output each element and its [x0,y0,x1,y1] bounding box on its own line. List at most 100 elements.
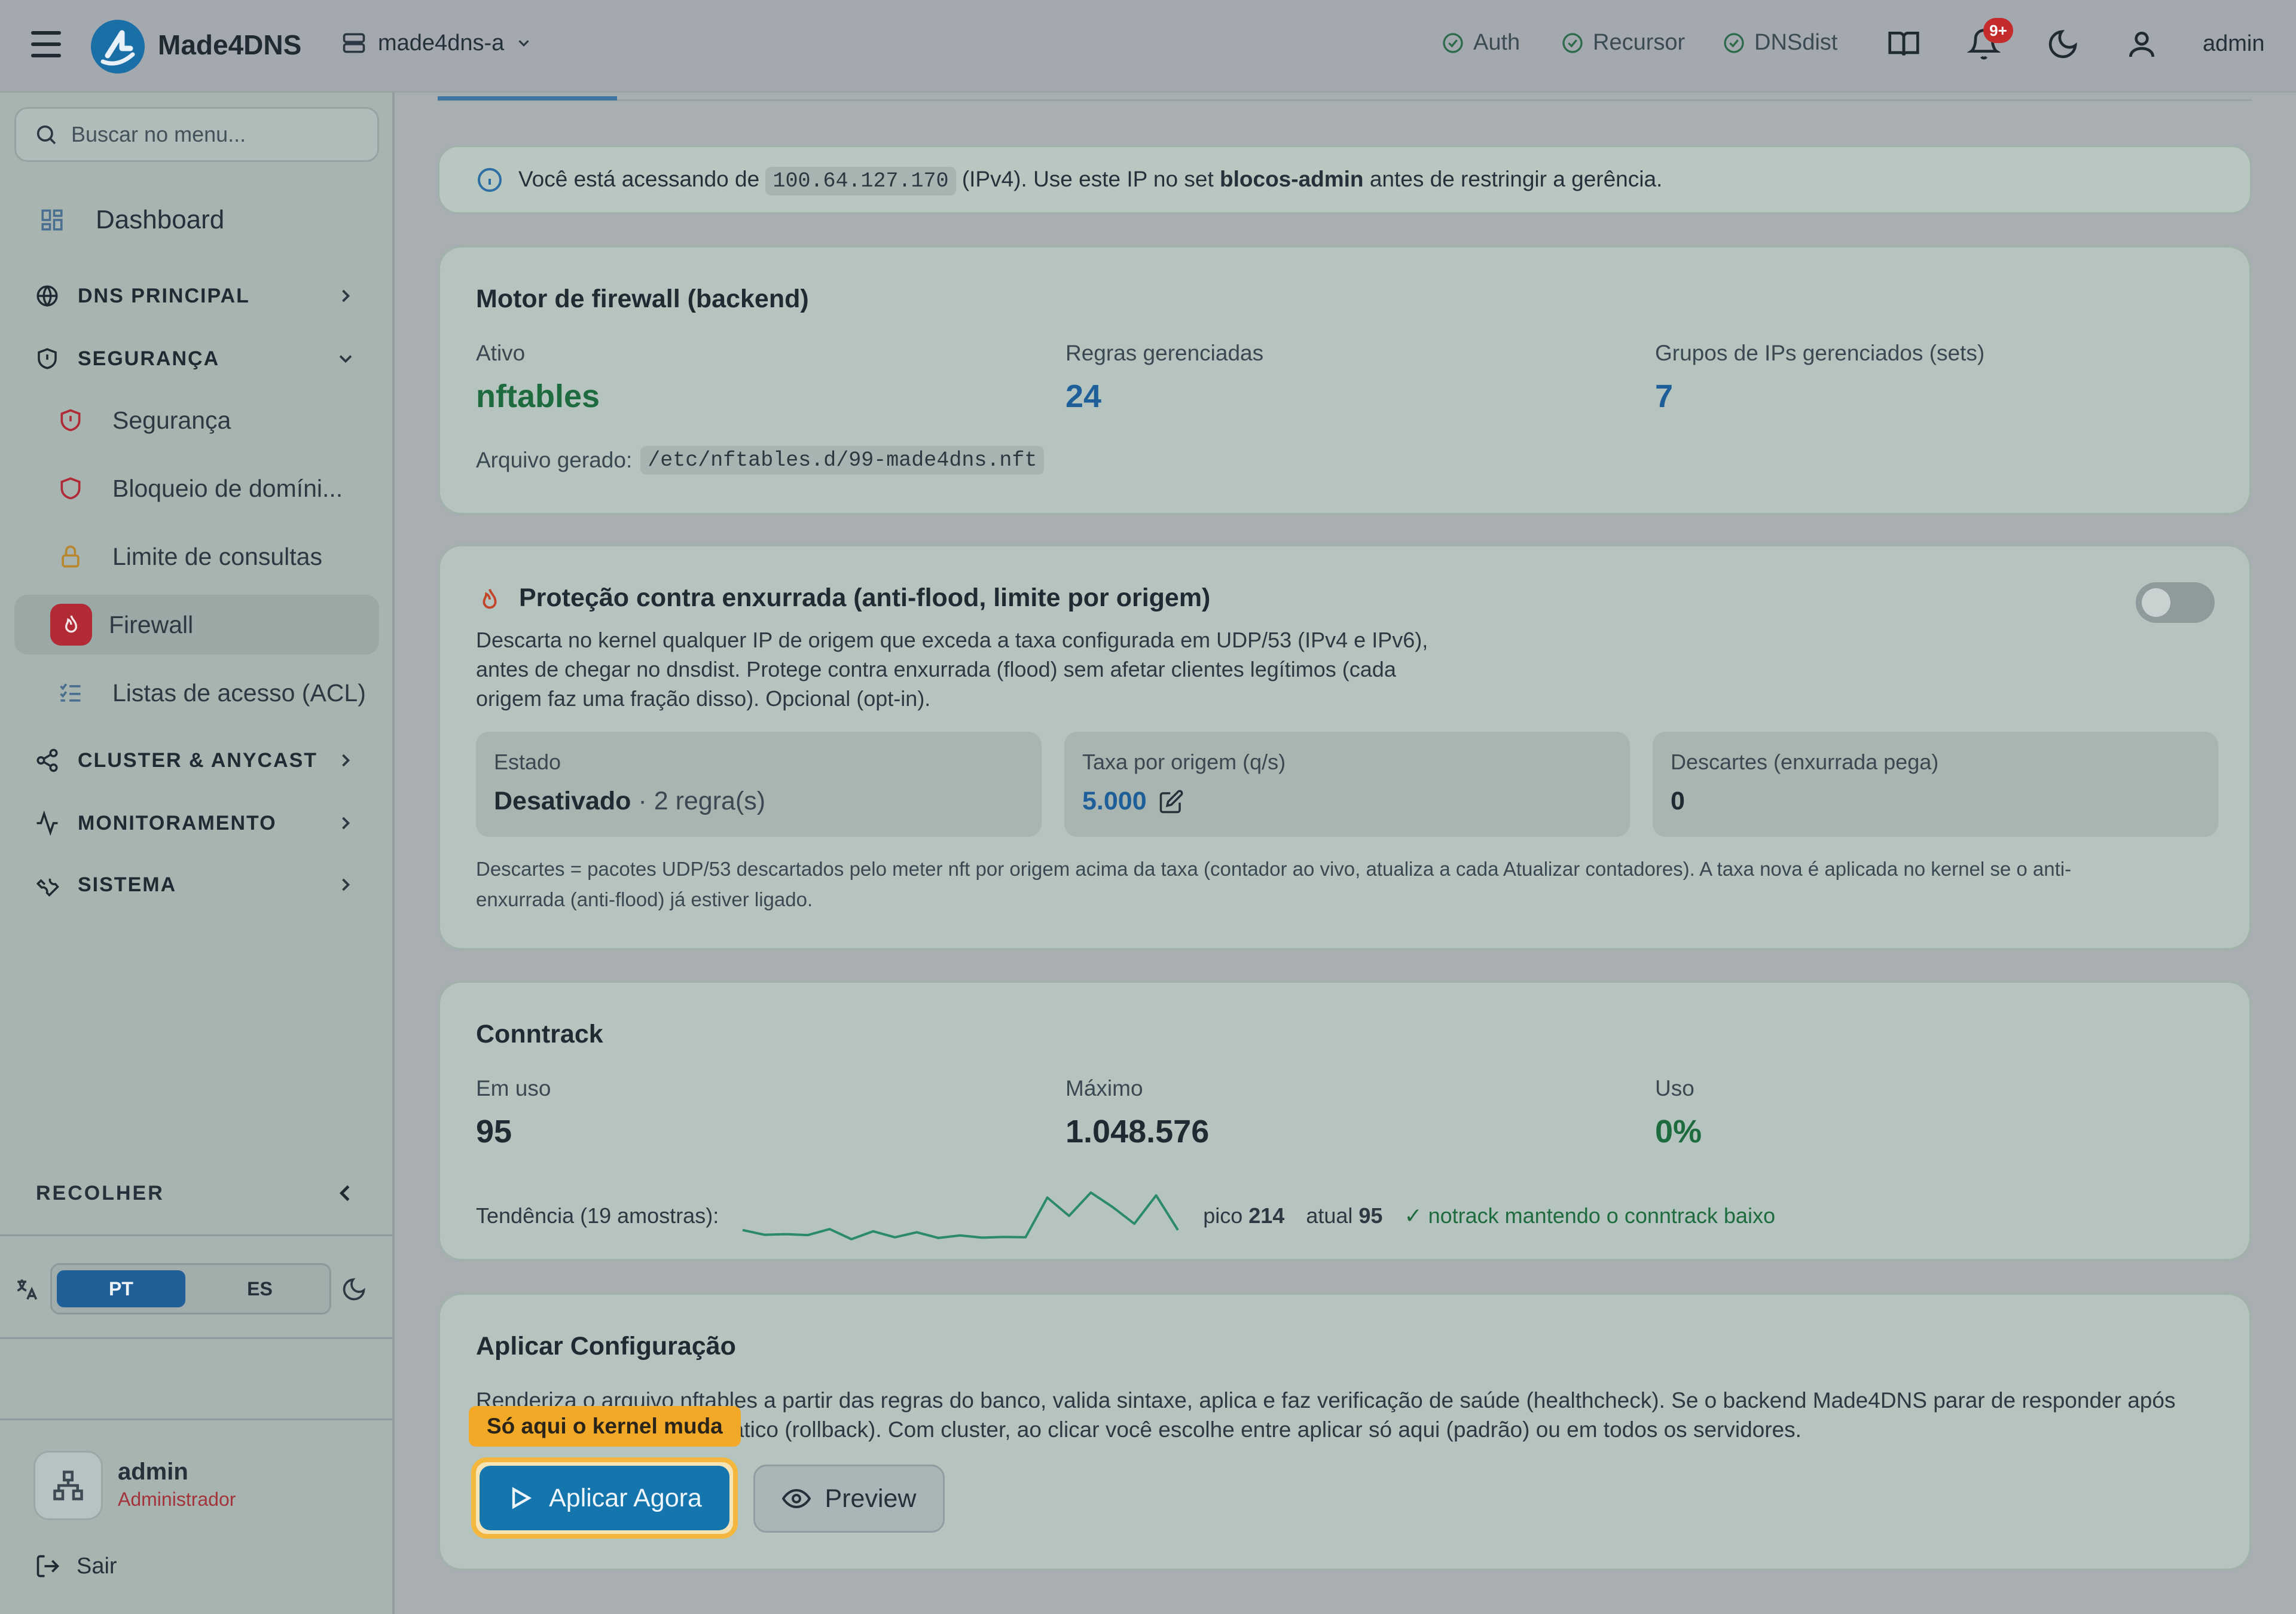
sidebar-section-system[interactable]: SISTEMA [0,861,395,909]
chevron-right-icon [342,878,350,891]
share-icon [36,748,58,772]
in-use-value: 95 [476,1114,512,1150]
menu-search-input[interactable]: Buscar no menu... [14,107,379,162]
antiflood-description: Descarta no kernel qualquer IP de origem… [476,628,1428,711]
sidebar-item-domain-block[interactable]: Bloqueio de domíni... [0,458,395,518]
conntrack-card: Conntrack Em uso 95 Máximo 1.048.576 Uso… [438,980,2252,1261]
logout-button[interactable]: Sair [35,1553,117,1579]
translate-icon [17,1279,38,1300]
user-icon[interactable] [2125,27,2158,61]
client-ip: 100.64.127.170 [765,166,956,195]
avatar [33,1451,103,1520]
sidebar-section-dns[interactable]: DNS PRINCIPAL [0,272,395,320]
apply-now-button[interactable]: Aplicar Agora [471,1457,738,1539]
sidebar-item-dashboard[interactable]: Dashboard [0,193,395,247]
max-label: Máximo [1065,1076,1143,1101]
logout-icon [36,1555,60,1578]
drops-value: 0 [1671,787,1685,815]
active-label: Ativo [476,341,526,365]
lang-pt-button[interactable]: PT [57,1270,185,1307]
sidebar-item-seguranca[interactable]: Segurança [0,390,395,450]
antiflood-toggle[interactable] [2136,582,2215,623]
current-value: 95 [1358,1203,1383,1228]
moon-icon[interactable] [341,1276,367,1303]
search-placeholder: Buscar no menu... [71,122,246,146]
info-icon [478,167,502,192]
rules-label: Regras gerenciadas [1065,341,1264,365]
sets-count: 7 [1655,378,1674,414]
play-icon [512,1487,532,1509]
sidebar-user-role: Administrador [118,1488,236,1510]
tab-strip [438,93,2252,101]
menu-icon[interactable] [31,31,61,57]
dashboard-icon [41,209,63,231]
card-title: Proteção contra enxurrada (anti-flood, l… [519,583,1211,612]
divider [0,1337,392,1339]
status-dnsdist[interactable]: DNSdist [1722,30,1837,56]
globe-icon [36,285,58,307]
info-text: Você está acessando de 100.64.127.170 (I… [518,166,1662,195]
state-rules: · 2 regra(s) [638,787,766,815]
sidebar-section-cluster[interactable]: CLUSTER & ANYCAST [0,736,395,784]
list-check-icon [60,683,81,702]
search-icon [36,125,56,145]
status-recursor[interactable]: Recursor [1561,30,1685,56]
language-toggle: PT ES [50,1263,331,1315]
lang-es-button[interactable]: ES [196,1270,324,1307]
sidebar-item-acl[interactable]: Listas de acesso (ACL) [0,663,395,723]
wrench-icon [36,878,59,897]
generated-file: Arquivo gerado: /etc/nftables.d/99-made4… [476,446,1045,475]
chevron-left-icon [339,1185,350,1202]
current-label: atual [1306,1203,1353,1228]
usage-label: Uso [1655,1076,1694,1101]
peak-value: 214 [1248,1203,1285,1228]
sidebar-section-security[interactable]: SEGURANÇA [0,335,395,383]
drops-note: Descartes = pacotes UDP/53 descartados p… [476,858,2072,910]
sparkline-series [742,1191,1179,1240]
rate-box: Taxa por origem (q/s) 5.000 [1064,732,1630,837]
activity-icon [36,811,58,836]
server-selector[interactable]: made4dns-a [341,30,533,56]
peak-label: pico [1203,1203,1243,1228]
shield-icon [38,348,57,369]
callout-tooltip: Só aqui o kernel muda [469,1406,741,1447]
sidebar: Buscar no menu... Dashboard DNS PRINCIPA… [0,93,395,1614]
language-row: PT ES [13,1263,372,1317]
sidebar-section-monitoring[interactable]: MONITORAMENTO [0,799,395,847]
apply-card: Aplicar Configuração Renderiza o arquivo… [438,1292,2252,1571]
sidebar-item-query-limit[interactable]: Limite de consultas [0,527,395,586]
rate-value: 5.000 [1082,787,1147,815]
preview-button[interactable]: Preview [753,1465,945,1533]
divider [0,1234,392,1236]
top-bar: Made4DNS made4dns-a Auth Recursor DNSdis… [0,0,2296,93]
sidebar-item-firewall[interactable]: Firewall [14,595,379,655]
status-auth[interactable]: Auth [1441,30,1520,56]
shield-icon [60,477,81,500]
check-circle-icon [1562,32,1583,53]
admin-set-name: blocos-admin [1220,166,1364,191]
edit-icon[interactable] [1159,789,1184,814]
chevron-right-icon [342,754,350,767]
usage-value: 0% [1655,1114,1702,1150]
header-username[interactable]: admin [2203,31,2265,57]
file-path: /etc/nftables.d/99-made4dns.nft [640,446,1045,475]
collapse-sidebar-button[interactable]: RECOLHER [36,1179,359,1207]
max-value: 1.048.576 [1065,1114,1210,1150]
state-box: Estado Desativado · 2 regra(s) [476,732,1042,837]
chevron-down-icon [518,40,529,47]
app-name: Made4DNS [158,29,302,60]
divider [0,1419,392,1420]
card-title: Aplicar Configuração [476,1332,736,1361]
check-circle-icon [1443,32,1463,53]
moon-icon[interactable] [2046,27,2080,61]
firewall-engine-card: Motor de firewall (backend) Ativo nftabl… [438,245,2252,515]
notification-badge: 9+ [1983,18,2013,43]
book-icon[interactable] [1887,27,1921,61]
active-tab-indicator [438,96,617,100]
chevron-right-icon [342,817,350,830]
chevron-right-icon [342,289,350,302]
active-backend: nftables [476,378,600,414]
eye-icon [781,1488,811,1509]
antiflood-card: Proteção contra enxurrada (anti-flood, l… [438,544,2252,950]
trend-label: Tendência (19 amostras): [476,1203,719,1228]
